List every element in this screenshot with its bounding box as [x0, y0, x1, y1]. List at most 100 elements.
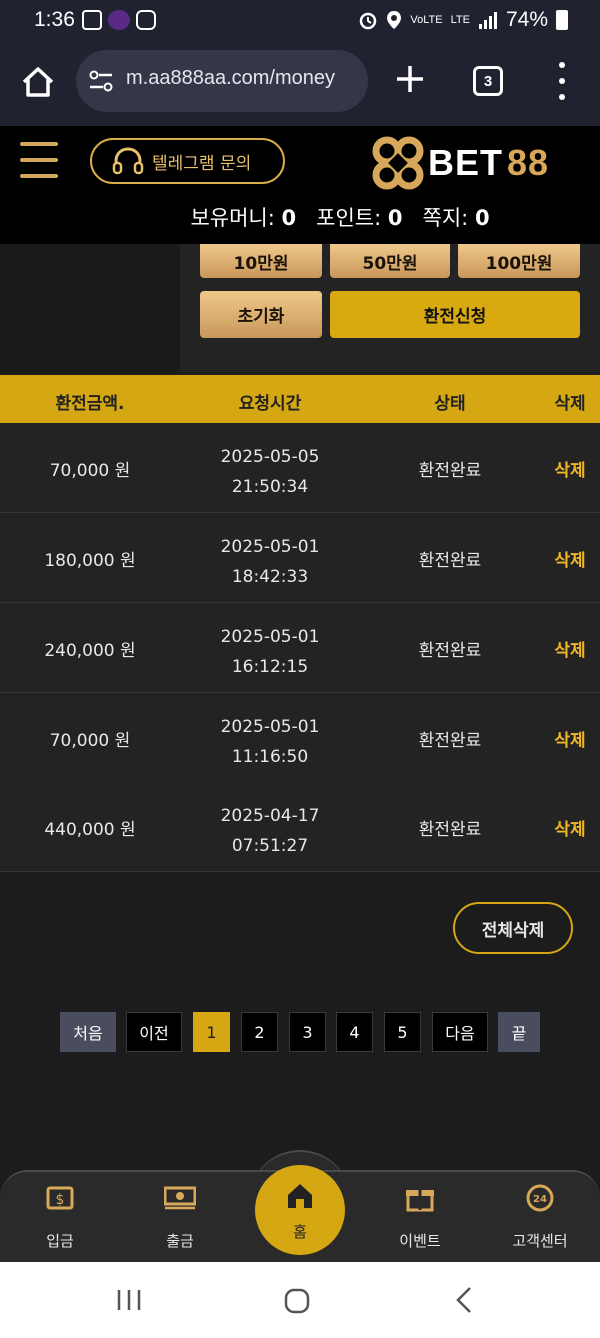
row-status: 환전완료: [418, 641, 482, 661]
bet88-logo[interactable]: BET 88: [372, 134, 572, 192]
location-icon: [387, 11, 402, 29]
row-amount: 70,000 원: [49, 731, 131, 751]
row-date: 2025-04-17: [220, 806, 320, 826]
app-notification-icon: [108, 10, 130, 30]
message-label[interactable]: 쪽지:: [423, 206, 469, 230]
new-tab-icon[interactable]: [393, 62, 427, 96]
row-clock: 11:16:50: [231, 747, 309, 767]
gallery-icon: [82, 10, 102, 30]
telegram-label: 텔레그램 문의: [152, 153, 252, 174]
row-delete-button[interactable]: 삭제: [540, 726, 600, 751]
header-amount: 환전금액.: [55, 394, 125, 414]
nav-support-label: 고객센터: [512, 1232, 568, 1250]
tab-count: 3: [483, 72, 493, 90]
alarm-icon: [360, 12, 377, 30]
row-amount: 70,000 원: [49, 461, 131, 481]
amount-panel-left: [0, 244, 180, 372]
nav-support[interactable]: 24 고객센터: [495, 1184, 585, 1251]
amount-500k-button[interactable]: 50만원: [330, 244, 450, 278]
battery-icon: [556, 10, 568, 30]
instagram-icon: [136, 10, 156, 30]
deposit-icon: $: [46, 1186, 74, 1210]
row-clock: 21:50:34: [231, 477, 309, 497]
hamburger-menu-icon[interactable]: [20, 142, 58, 178]
table-row: 240,000 원 2025-05-01 16:12:15 환전완료 삭제: [0, 603, 600, 693]
row-delete-button[interactable]: 삭제: [540, 815, 600, 840]
tab-switcher-button[interactable]: 3: [473, 66, 503, 96]
site-settings-icon[interactable]: [88, 68, 114, 94]
nav-deposit[interactable]: $ 입금: [15, 1184, 105, 1251]
row-date: 2025-05-05: [220, 447, 320, 467]
telegram-inquiry-button[interactable]: 텔레그램 문의: [90, 138, 285, 184]
money-label: 보유머니:: [190, 206, 275, 230]
row-date: 2025-05-01: [220, 627, 320, 647]
pagination-page-4[interactable]: 4: [336, 1012, 373, 1052]
headset-icon: [112, 147, 144, 175]
withdraw-request-button[interactable]: 환전신청: [330, 291, 580, 338]
table-row: 440,000 원 2025-04-17 07:51:27 환전완료 삭제: [0, 782, 600, 872]
pagination-prev[interactable]: 이전: [126, 1012, 182, 1052]
reset-button[interactable]: 초기화: [200, 291, 322, 338]
row-time: 2025-05-01 16:12:15: [180, 622, 360, 682]
row-time: 2025-05-01 11:16:50: [180, 712, 360, 772]
row-status: 환전완료: [418, 731, 482, 751]
address-bar[interactable]: m.aa888aa.com/money: [76, 50, 368, 112]
system-navigation-bar: [0, 1262, 600, 1338]
row-time: 2025-05-05 21:50:34: [180, 442, 360, 502]
row-delete-button[interactable]: 삭제: [540, 456, 600, 481]
row-date: 2025-05-01: [220, 717, 320, 737]
nav-event-label: 이벤트: [399, 1232, 441, 1250]
pagination-page-2[interactable]: 2: [241, 1012, 278, 1052]
row-time: 2025-04-17 07:51:27: [180, 801, 360, 861]
svg-text:24: 24: [533, 1194, 547, 1205]
row-amount: 240,000 원: [44, 641, 136, 661]
row-clock: 16:12:15: [231, 657, 309, 677]
amount-100k-button[interactable]: 10만원: [200, 244, 322, 278]
balance-bar: 보유머니: 0 포인트: 0 쪽지: 0: [0, 202, 600, 232]
withdraw-icon: [163, 1186, 197, 1210]
nav-home-label: 홈: [293, 1223, 307, 1241]
browser-menu-icon[interactable]: [552, 62, 572, 100]
status-time: 1:36: [34, 8, 75, 31]
pagination-next[interactable]: 다음: [432, 1012, 488, 1052]
nav-home[interactable]: 홈: [255, 1165, 345, 1255]
lte-label: LTE: [450, 14, 470, 26]
logo-text-bet: BET: [428, 142, 503, 183]
pagination-page-3[interactable]: 3: [289, 1012, 326, 1052]
nav-withdraw[interactable]: 출금: [135, 1184, 225, 1251]
pagination-last[interactable]: 끝: [498, 1012, 540, 1052]
row-amount: 440,000 원: [44, 820, 136, 840]
point-value: 0: [387, 206, 403, 230]
support-24-icon: 24: [526, 1184, 554, 1212]
back-icon[interactable]: [454, 1286, 474, 1314]
browser-home-icon[interactable]: [18, 62, 58, 102]
site-header: 텔레그램 문의 BET 88 보유머니: 0 포인트: 0 쪽지: 0: [0, 126, 600, 244]
money-value: 0: [281, 206, 297, 230]
nav-event[interactable]: 이벤트: [375, 1184, 465, 1251]
system-home-icon[interactable]: [284, 1288, 310, 1314]
row-amount: 180,000 원: [44, 551, 136, 571]
row-status: 환전완료: [418, 551, 482, 571]
svg-text:$: $: [56, 1192, 65, 1208]
header-status: 상태: [434, 394, 466, 414]
pagination-page-5[interactable]: 5: [384, 1012, 421, 1052]
gift-icon: [406, 1190, 434, 1212]
row-delete-button[interactable]: 삭제: [540, 546, 600, 571]
delete-all-button[interactable]: 전체삭제: [453, 902, 573, 954]
pagination-first[interactable]: 처음: [60, 1012, 116, 1052]
table-row: 70,000 원 2025-05-05 21:50:34 환전완료 삭제: [0, 423, 600, 513]
row-delete-button[interactable]: 삭제: [540, 636, 600, 661]
nav-withdraw-label: 출금: [166, 1232, 194, 1250]
recents-icon[interactable]: [116, 1288, 142, 1312]
row-status: 환전완료: [418, 461, 482, 481]
home-icon: [288, 1184, 312, 1208]
signal-icon: [478, 12, 497, 29]
row-clock: 07:51:27: [231, 836, 309, 856]
pagination-page-1[interactable]: 1: [193, 1012, 230, 1052]
battery-percent: 74%: [505, 8, 548, 31]
point-label: 포인트:: [316, 206, 382, 230]
message-value[interactable]: 0: [475, 206, 490, 230]
amount-1m-button[interactable]: 100만원: [458, 244, 580, 278]
logo-text-88: 88: [507, 142, 550, 183]
row-status: 환전완료: [418, 820, 482, 840]
